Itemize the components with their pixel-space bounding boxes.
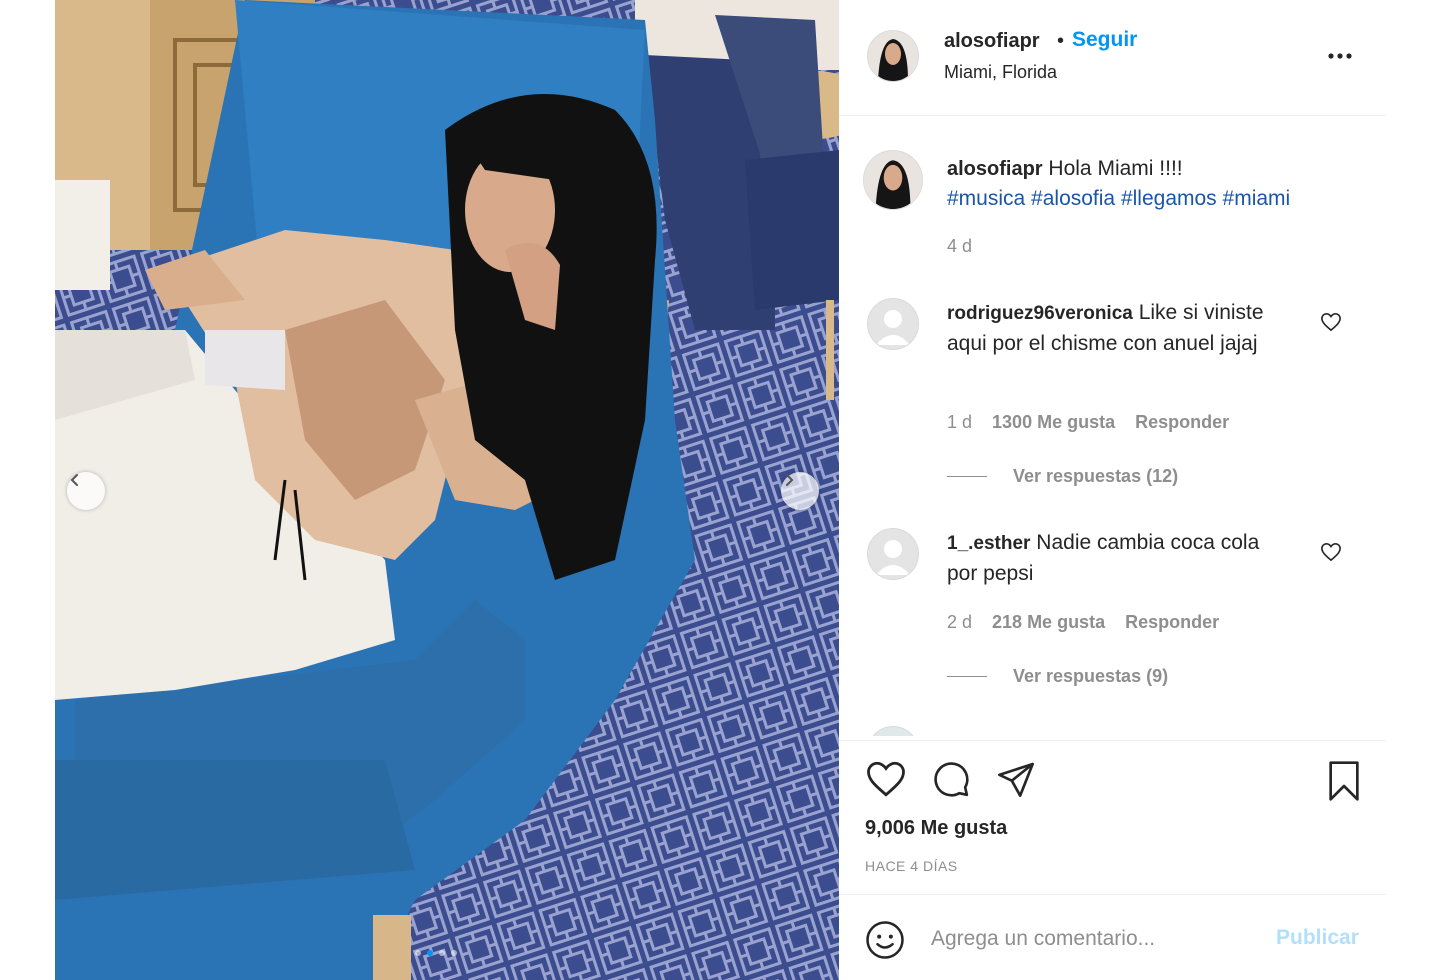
comment-body: 1_.esther Nadie cambia coca cola por pep…	[947, 528, 1287, 589]
commenter-avatar[interactable]	[867, 298, 919, 350]
comment-likes-count[interactable]: 1300 Me gusta	[992, 412, 1115, 433]
post-caption: alosofiapr Hola Miami !!!! #musica #alos…	[947, 154, 1367, 214]
comment-timestamp: 2 d	[947, 612, 973, 632]
hashtag-link[interactable]: #alosofia	[1031, 187, 1115, 210]
view-replies-button[interactable]: Ver respuestas (12)	[947, 466, 1178, 487]
heart-icon	[867, 761, 905, 797]
comment-username[interactable]: rodriguez96veronica	[947, 303, 1133, 324]
comment-likes-count[interactable]: 218 Me gusta	[992, 612, 1105, 633]
like-button[interactable]	[865, 759, 907, 804]
carousel-dot	[451, 950, 457, 956]
comment-reply-button[interactable]: Responder	[1135, 412, 1229, 433]
commenter-avatar[interactable]	[867, 528, 919, 580]
avatar-image	[868, 31, 918, 81]
comment-meta: 2 d 218 Me gusta Responder	[947, 612, 1219, 633]
post-date[interactable]: HACE 4 DÍAS	[865, 858, 958, 874]
chevron-left-icon	[70, 474, 78, 486]
post-actions: 9,006 Me gusta HACE 4 DÍAS	[839, 740, 1386, 895]
comment-body: rodriguez96veronica Like si viniste aqui…	[947, 298, 1287, 359]
post-side-panel: alosofiapr • Seguir Miami, Florida aloso…	[839, 0, 1386, 980]
caption-text: Hola Miami !!!!	[1048, 157, 1183, 180]
carousel-dot	[415, 950, 421, 956]
more-options-icon	[1328, 53, 1352, 59]
hashtag-link[interactable]: #miami	[1223, 187, 1291, 210]
author-avatar[interactable]	[867, 30, 919, 82]
comment-button[interactable]	[931, 759, 971, 804]
caption-timestamp: 4 d	[947, 236, 973, 256]
commenter-avatar[interactable]	[867, 726, 919, 736]
hashtag-link[interactable]: #musica	[947, 187, 1025, 210]
caption-username[interactable]: alosofiapr	[947, 158, 1043, 180]
post-header: alosofiapr • Seguir Miami, Florida	[839, 0, 1386, 116]
next-slide-button[interactable]	[781, 472, 819, 510]
avatar-image	[864, 151, 922, 209]
comment-bubble-icon	[934, 762, 969, 797]
carousel-dot	[439, 950, 445, 956]
comment-like-button[interactable]	[1320, 542, 1342, 567]
replies-divider	[947, 476, 987, 477]
publish-button[interactable]: Publicar	[1276, 926, 1359, 950]
hashtag-link[interactable]: #llegamos	[1121, 187, 1217, 210]
comment-like-button[interactable]	[1320, 312, 1342, 337]
view-replies-label: Ver respuestas (12)	[1013, 466, 1179, 486]
chevron-right-icon	[786, 474, 794, 486]
post-photo[interactable]	[55, 0, 839, 980]
comment-input[interactable]	[929, 920, 1263, 958]
heart-icon	[1321, 542, 1341, 562]
paper-plane-icon	[998, 762, 1034, 797]
header-separator: •	[1057, 30, 1065, 52]
save-button[interactable]	[1324, 759, 1364, 808]
author-username[interactable]: alosofiapr	[944, 30, 1040, 53]
smiley-icon	[866, 921, 904, 959]
more-options-button[interactable]	[1327, 46, 1353, 71]
comment-reply-button[interactable]: Responder	[1125, 612, 1219, 633]
emoji-button[interactable]	[865, 920, 905, 965]
view-replies-button[interactable]: Ver respuestas (9)	[947, 666, 1168, 687]
replies-divider	[947, 676, 987, 677]
follow-button[interactable]: Seguir	[1072, 28, 1137, 52]
carousel-dot-active	[427, 950, 433, 956]
bookmark-icon	[1329, 761, 1359, 801]
carousel-indicator	[415, 950, 457, 956]
default-avatar-icon	[876, 540, 910, 575]
heart-icon	[1321, 312, 1341, 332]
previous-slide-button[interactable]	[67, 472, 105, 510]
post-location[interactable]: Miami, Florida	[944, 62, 1057, 83]
comment-meta: 1 d 1300 Me gusta Responder	[947, 412, 1229, 433]
default-avatar-icon	[876, 310, 910, 345]
comments-list[interactable]: alosofiapr Hola Miami !!!! #musica #alos…	[839, 116, 1386, 736]
comment-username[interactable]: 1_.esther	[947, 533, 1030, 554]
view-replies-label: Ver respuestas (9)	[1013, 666, 1169, 686]
share-button[interactable]	[996, 759, 1036, 804]
caption-author-avatar[interactable]	[863, 150, 923, 210]
post-likes-count[interactable]: 9,006 Me gusta	[865, 817, 1007, 840]
comment-composer: Publicar	[839, 894, 1386, 980]
photo-illustration	[55, 0, 839, 980]
comment-timestamp: 1 d	[947, 412, 973, 432]
